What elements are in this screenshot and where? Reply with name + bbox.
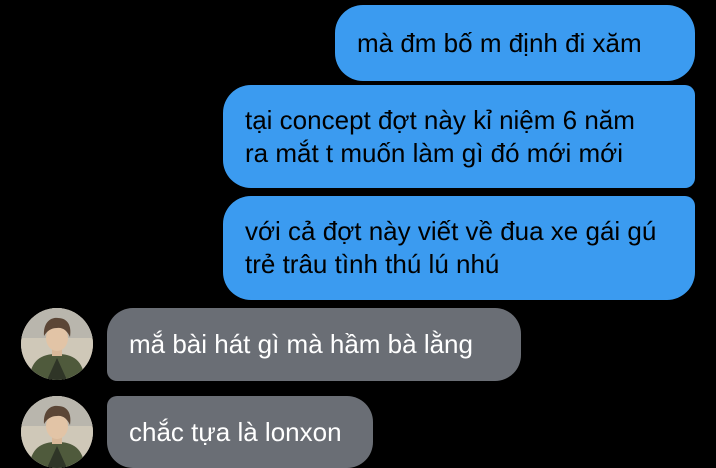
sent-message-bubble[interactable]: mà đm bố m định đi xăm <box>335 5 695 81</box>
received-message-bubble[interactable]: mắ bài hát gì mà hầm bà lằng <box>107 308 521 381</box>
message-text: chắc tựa là lonxon <box>129 416 342 447</box>
avatar-photo-icon <box>21 396 93 468</box>
contact-avatar[interactable] <box>21 396 93 468</box>
message-text: mà đm bố m định đi xăm <box>357 27 642 58</box>
sent-message-bubble[interactable]: tại concept đợt này kỉ niệm 6 năm ra mắt… <box>223 85 695 188</box>
avatar-photo-icon <box>21 308 93 380</box>
sent-message-bubble[interactable]: với cả đợt này viết về đua xe gái gú trẻ… <box>223 196 695 300</box>
contact-avatar[interactable] <box>21 308 93 380</box>
message-text: với cả đợt này viết về đua xe gái gú trẻ… <box>245 216 657 279</box>
received-message-bubble[interactable]: chắc tựa là lonxon <box>107 396 373 468</box>
message-text: tại concept đợt này kỉ niệm 6 năm ra mắt… <box>245 104 635 168</box>
message-text: mắ bài hát gì mà hầm bà lằng <box>129 329 473 359</box>
